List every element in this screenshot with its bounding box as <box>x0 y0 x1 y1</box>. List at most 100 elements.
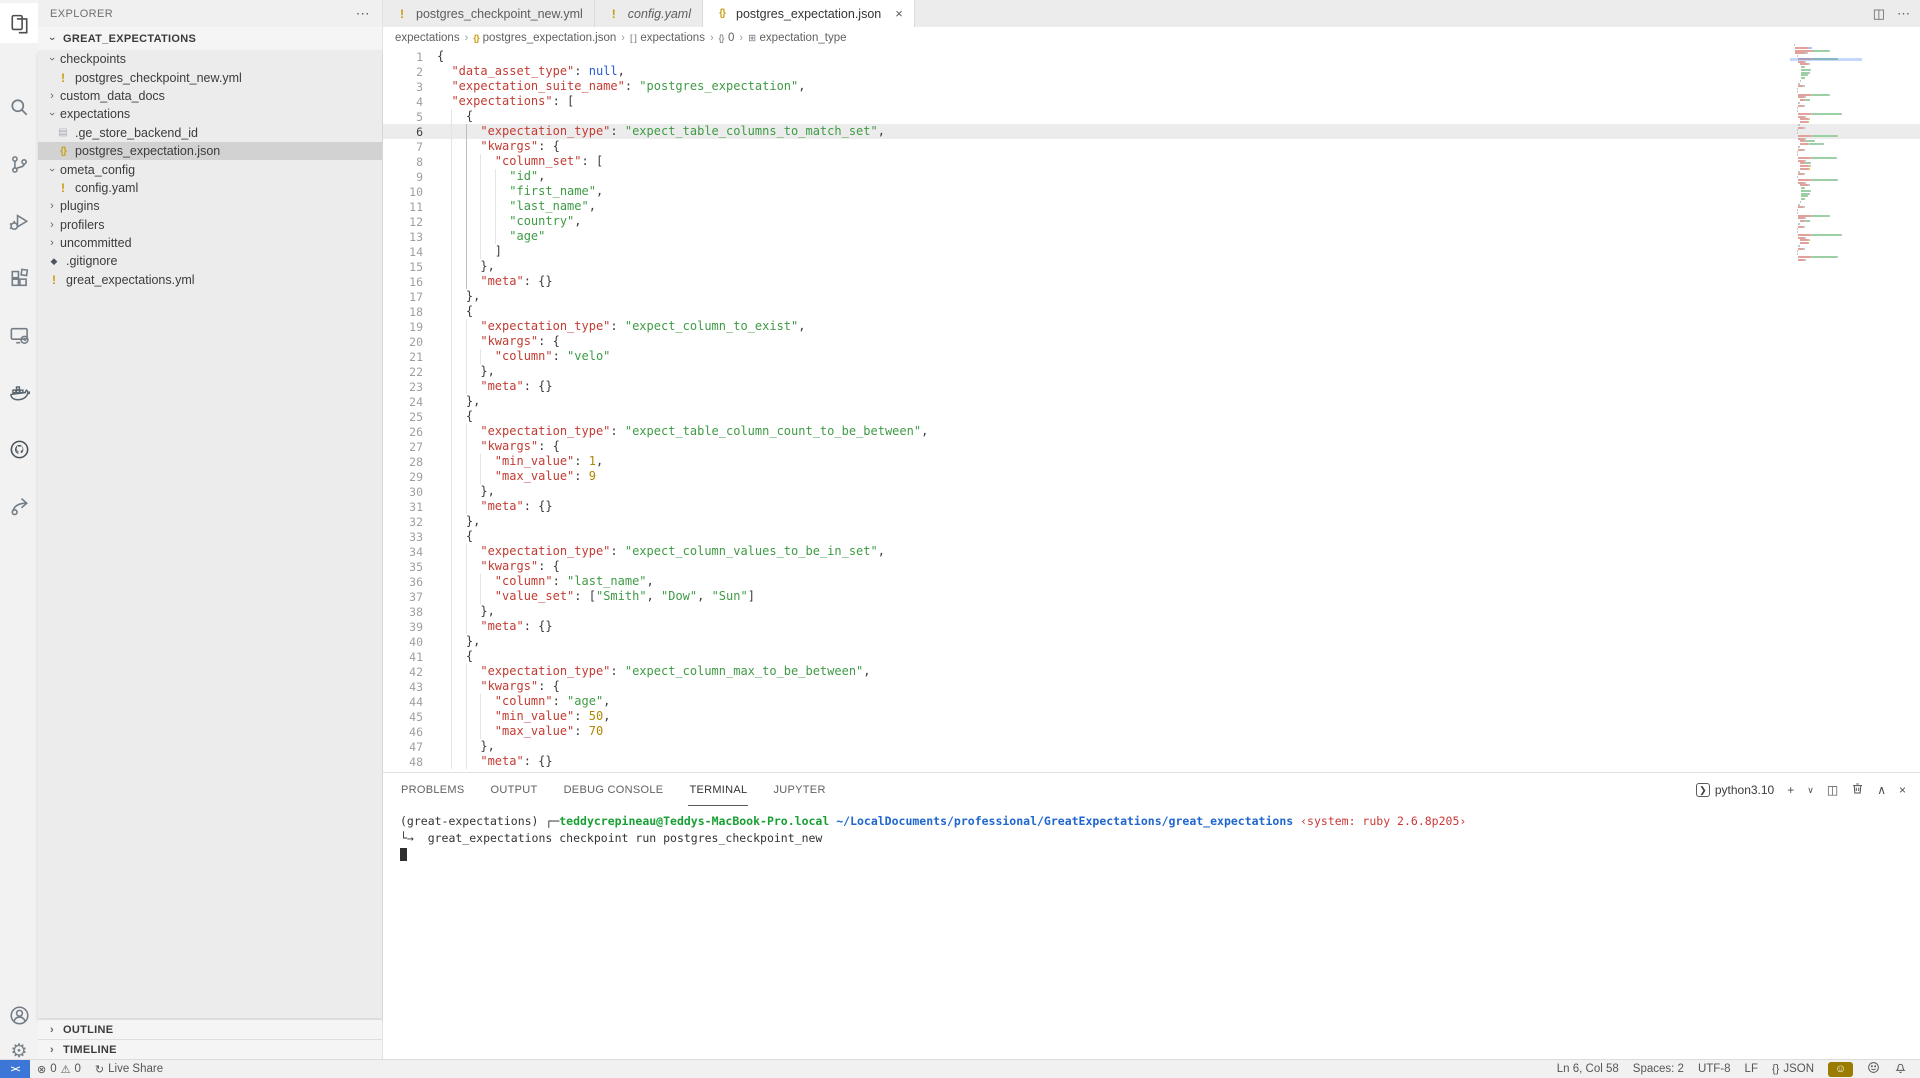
language-mode[interactable]: {} JSON <box>1765 1060 1821 1078</box>
code-line-48[interactable]: 48 "meta": {} <box>383 754 1920 769</box>
problems-status[interactable]: ⊗ 0 ⚠ 0 <box>30 1060 88 1078</box>
code-line-13[interactable]: 13 "age" <box>383 229 1920 244</box>
code-line-14[interactable]: 14 ] <box>383 244 1920 259</box>
code-line-37[interactable]: 37 "value_set": ["Smith", "Dow", "Sun"] <box>383 589 1920 604</box>
tree-item-postgres-expectation-json[interactable]: {}postgres_expectation.json <box>38 142 382 160</box>
activity-bar-extensions-icon[interactable] <box>0 258 38 298</box>
panel-tab-output[interactable]: OUTPUT <box>490 775 539 805</box>
code-line-7[interactable]: 7 "kwargs": { <box>383 139 1920 154</box>
code-line-12[interactable]: 12 "country", <box>383 214 1920 229</box>
live-share-button[interactable]: ↻ Live Share <box>88 1060 170 1078</box>
panel-tab-debug-console[interactable]: DEBUG CONSOLE <box>563 775 665 805</box>
breadcrumb-item-expectations[interactable]: [ ]expectations <box>630 32 705 44</box>
remote-indicator[interactable]: >< <box>0 1060 30 1078</box>
code-editor[interactable]: 1{2 "data_asset_type": null,3 "expectati… <box>383 49 1920 772</box>
code-line-19[interactable]: 19 "expectation_type": "expect_column_to… <box>383 319 1920 334</box>
code-line-18[interactable]: 18 { <box>383 304 1920 319</box>
panel-tab-problems[interactable]: PROBLEMS <box>400 775 466 805</box>
code-line-27[interactable]: 27 "kwargs": { <box>383 439 1920 454</box>
tree-item-profilers[interactable]: ›profilers <box>38 216 382 234</box>
code-line-30[interactable]: 30 }, <box>383 484 1920 499</box>
terminal-output[interactable]: (great-expectations) ┌─teddycrepineau@Te… <box>400 813 1910 863</box>
code-line-15[interactable]: 15 }, <box>383 259 1920 274</box>
code-line-26[interactable]: 26 "expectation_type": "expect_table_col… <box>383 424 1920 439</box>
breadcrumb-item-postgres-expectation-json[interactable]: {}postgres_expectation.json <box>473 32 616 44</box>
code-line-8[interactable]: 8 "column_set": [ <box>383 154 1920 169</box>
code-line-16[interactable]: 16 "meta": {} <box>383 274 1920 289</box>
panel-tab-jupyter[interactable]: JUPYTER <box>772 775 826 805</box>
panel-tab-terminal[interactable]: TERMINAL <box>688 775 748 806</box>
code-line-20[interactable]: 20 "kwargs": { <box>383 334 1920 349</box>
tree-item-postgres-checkpoint-new-yml[interactable]: !postgres_checkpoint_new.yml <box>38 68 382 86</box>
sidebar-section-timeline[interactable]: ›TIMELINE <box>38 1039 382 1059</box>
eol-setting[interactable]: LF <box>1738 1060 1765 1078</box>
code-line-9[interactable]: 9 "id", <box>383 169 1920 184</box>
activity-bar-docker-icon[interactable] <box>0 372 38 412</box>
shell-picker-chevron-icon[interactable]: ∨ <box>1807 785 1814 796</box>
code-line-38[interactable]: 38 }, <box>383 604 1920 619</box>
activity-bar-explorer-icon[interactable] <box>0 3 38 43</box>
tree-item-config-yaml[interactable]: !config.yaml <box>38 179 382 197</box>
tree-item-uncommitted[interactable]: ›uncommitted <box>38 234 382 252</box>
tree-item-ometa-config[interactable]: ›ometa_config <box>38 160 382 178</box>
code-line-33[interactable]: 33 { <box>383 529 1920 544</box>
code-line-32[interactable]: 32 }, <box>383 514 1920 529</box>
activity-bar-remote-explorer-icon[interactable] <box>0 315 38 355</box>
close-icon[interactable]: × <box>895 6 903 21</box>
new-terminal-plus-icon[interactable]: + <box>1787 783 1794 797</box>
split-editor-icon[interactable]: ◫ <box>1873 6 1885 22</box>
code-line-2[interactable]: 2 "data_asset_type": null, <box>383 64 1920 79</box>
code-line-31[interactable]: 31 "meta": {} <box>383 499 1920 514</box>
code-line-17[interactable]: 17 }, <box>383 289 1920 304</box>
code-line-41[interactable]: 41 { <box>383 649 1920 664</box>
code-line-34[interactable]: 34 "expectation_type": "expect_column_va… <box>383 544 1920 559</box>
code-line-45[interactable]: 45 "min_value": 50, <box>383 709 1920 724</box>
tree-item-great-expectations-yml[interactable]: !great_expectations.yml <box>38 271 382 289</box>
terminal-shell-picker[interactable]: ❯python3.10 <box>1696 783 1774 797</box>
tree-item-expectations[interactable]: ›expectations <box>38 105 382 123</box>
sidebar-section-outline[interactable]: ›OUTLINE <box>38 1019 382 1039</box>
code-line-10[interactable]: 10 "first_name", <box>383 184 1920 199</box>
tree-item-checkpoints[interactable]: ›checkpoints <box>38 50 382 68</box>
breadcrumb-item-0[interactable]: {}0 <box>719 32 735 44</box>
activity-bar-run-debug-icon[interactable] <box>0 201 38 241</box>
code-line-43[interactable]: 43 "kwargs": { <box>383 679 1920 694</box>
split-terminal-icon[interactable]: ◫ <box>1827 783 1838 797</box>
tree-item--gitignore[interactable]: ◆.gitignore <box>38 252 382 270</box>
copilot-status[interactable]: ☺ <box>1821 1060 1860 1078</box>
code-line-21[interactable]: 21 "column": "velo" <box>383 349 1920 364</box>
kill-terminal-trash-icon[interactable] <box>1851 782 1864 798</box>
more-actions-icon[interactable]: ⋯ <box>1897 6 1910 22</box>
code-line-29[interactable]: 29 "max_value": 9 <box>383 469 1920 484</box>
activity-bar-source-control-icon[interactable] <box>0 144 38 184</box>
code-line-36[interactable]: 36 "column": "last_name", <box>383 574 1920 589</box>
code-line-46[interactable]: 46 "max_value": 70 <box>383 724 1920 739</box>
more-actions-icon[interactable]: ⋯ <box>356 5 370 22</box>
maximize-panel-chevron-icon[interactable]: ∧ <box>1877 783 1886 797</box>
tab-config-yaml[interactable]: !config.yaml <box>595 0 703 27</box>
code-line-24[interactable]: 24 }, <box>383 394 1920 409</box>
breadcrumb-item-expectations[interactable]: expectations <box>395 32 460 44</box>
code-line-40[interactable]: 40 }, <box>383 634 1920 649</box>
code-line-42[interactable]: 42 "expectation_type": "expect_column_ma… <box>383 664 1920 679</box>
code-line-28[interactable]: 28 "min_value": 1, <box>383 454 1920 469</box>
activity-bar-live-share-icon[interactable] <box>0 486 38 526</box>
tree-item-custom-data-docs[interactable]: ›custom_data_docs <box>38 87 382 105</box>
activity-bar-github-icon[interactable] <box>0 429 38 469</box>
tab-postgres-checkpoint-new-yml[interactable]: !postgres_checkpoint_new.yml <box>383 0 595 27</box>
indentation-setting[interactable]: Spaces: 2 <box>1626 1060 1691 1078</box>
code-line-44[interactable]: 44 "column": "age", <box>383 694 1920 709</box>
tab-postgres-expectation-json[interactable]: {}postgres_expectation.json× <box>703 0 915 27</box>
code-line-6[interactable]: 6 "expectation_type": "expect_table_colu… <box>383 124 1920 139</box>
workspace-root-row[interactable]: › GREAT_EXPECTATIONS <box>38 27 382 50</box>
code-line-22[interactable]: 22 }, <box>383 364 1920 379</box>
code-line-3[interactable]: 3 "expectation_suite_name": "postgres_ex… <box>383 79 1920 94</box>
code-line-1[interactable]: 1{ <box>383 49 1920 64</box>
code-line-23[interactable]: 23 "meta": {} <box>383 379 1920 394</box>
code-line-39[interactable]: 39 "meta": {} <box>383 619 1920 634</box>
code-line-5[interactable]: 5 { <box>383 109 1920 124</box>
notifications-button[interactable] <box>1887 1060 1914 1078</box>
code-line-25[interactable]: 25 { <box>383 409 1920 424</box>
code-line-11[interactable]: 11 "last_name", <box>383 199 1920 214</box>
tree-item-plugins[interactable]: ›plugins <box>38 197 382 215</box>
